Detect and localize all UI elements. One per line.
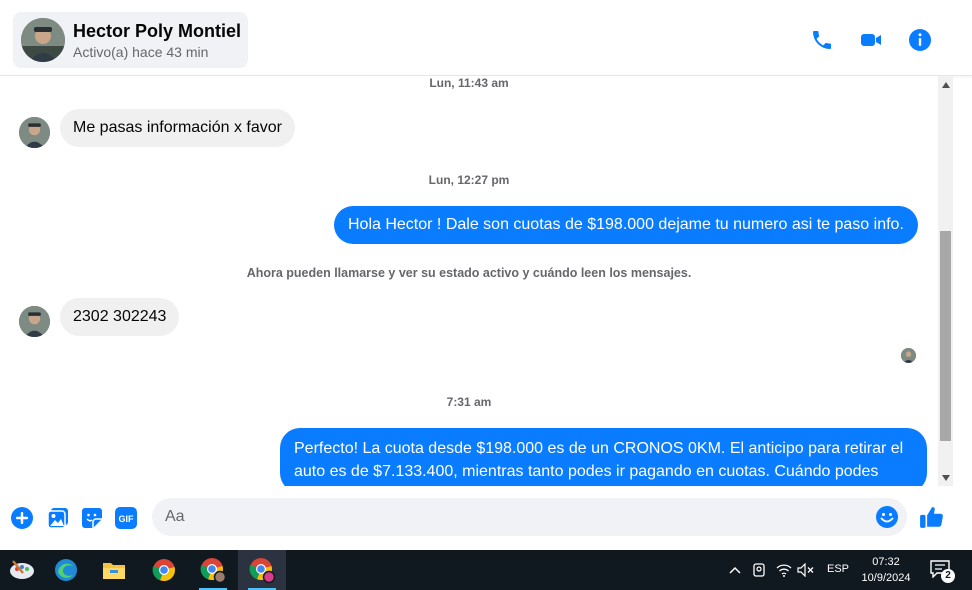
message-scrollbar[interactable] (938, 76, 953, 486)
message-input-box[interactable] (152, 498, 907, 536)
chrome-app-icon[interactable] (142, 550, 186, 590)
message-timestamp: Lun, 11:43 am (429, 76, 509, 90)
system-clock[interactable]: 07:32 10/9/2024 (856, 554, 916, 586)
plus-icon[interactable] (10, 506, 34, 530)
sticker-icon[interactable] (80, 506, 104, 530)
message-list[interactable]: Lun, 11:43 am Me pasas información x fav… (0, 76, 938, 486)
notification-count-badge: 2 (941, 569, 955, 583)
message-input[interactable] (165, 498, 865, 536)
like-icon[interactable] (919, 504, 945, 530)
message-bubble-incoming[interactable]: 2302 302243 (60, 298, 180, 336)
paint-app-icon[interactable] (0, 550, 44, 590)
messenger-window: Hector Poly Montiel Activo(a) hace 43 mi… (0, 0, 972, 550)
windows-taskbar: ESP 07:32 10/9/2024 2 (0, 550, 972, 590)
sender-avatar[interactable] (19, 306, 50, 337)
message-bubble-outgoing[interactable]: Hola Hector ! Dale son cuotas de $198.00… (334, 206, 918, 244)
file-explorer-app-icon[interactable] (92, 550, 136, 590)
contact-name: Hector Poly Montiel (73, 21, 242, 41)
emoji-icon[interactable] (875, 505, 899, 529)
conversation-header: Hector Poly Montiel Activo(a) hace 43 mi… (0, 0, 972, 76)
video-icon[interactable] (859, 28, 883, 52)
message-bubble-incoming[interactable]: Me pasas información x favor (60, 109, 295, 147)
message-composer: GIF (0, 486, 972, 550)
sender-avatar[interactable] (19, 117, 50, 148)
info-icon[interactable] (908, 28, 932, 52)
message-timestamp: 7:31 am (446, 395, 492, 409)
contact-avatar (21, 18, 65, 62)
scroll-down-arrow-icon[interactable] (938, 469, 953, 486)
clock-date: 10/9/2024 (861, 572, 911, 584)
clock-time: 07:32 (872, 556, 900, 568)
keyboard-language[interactable]: ESP (827, 563, 849, 575)
seen-indicator-avatar (901, 348, 916, 363)
meet-now-icon[interactable] (751, 561, 769, 579)
scrollbar-thumb[interactable] (940, 231, 951, 441)
message-timestamp: Lun, 12:27 pm (428, 173, 510, 187)
scroll-up-arrow-icon[interactable] (938, 76, 953, 93)
contact-status: Activo(a) hace 43 min (73, 44, 209, 60)
phone-icon[interactable] (810, 28, 834, 52)
edge-app-icon[interactable] (44, 550, 88, 590)
volume-muted-icon[interactable] (797, 561, 815, 579)
chevron-up-icon[interactable] (726, 561, 744, 579)
chrome-profile-app-icon[interactable] (191, 550, 235, 590)
contact-notice: Ahora pueden llamarse y ver su estado ac… (246, 266, 692, 280)
image-icon[interactable] (46, 506, 70, 530)
contact-chip[interactable]: Hector Poly Montiel Activo(a) hace 43 mi… (13, 12, 248, 68)
wifi-icon[interactable] (775, 561, 793, 579)
chrome-profile-active-app-icon[interactable] (238, 550, 286, 590)
gif-icon[interactable]: GIF (114, 506, 138, 530)
gif-label: GIF (119, 514, 135, 524)
message-bubble-outgoing[interactable]: Perfecto! La cuota desde $198.000 es de … (280, 428, 927, 486)
